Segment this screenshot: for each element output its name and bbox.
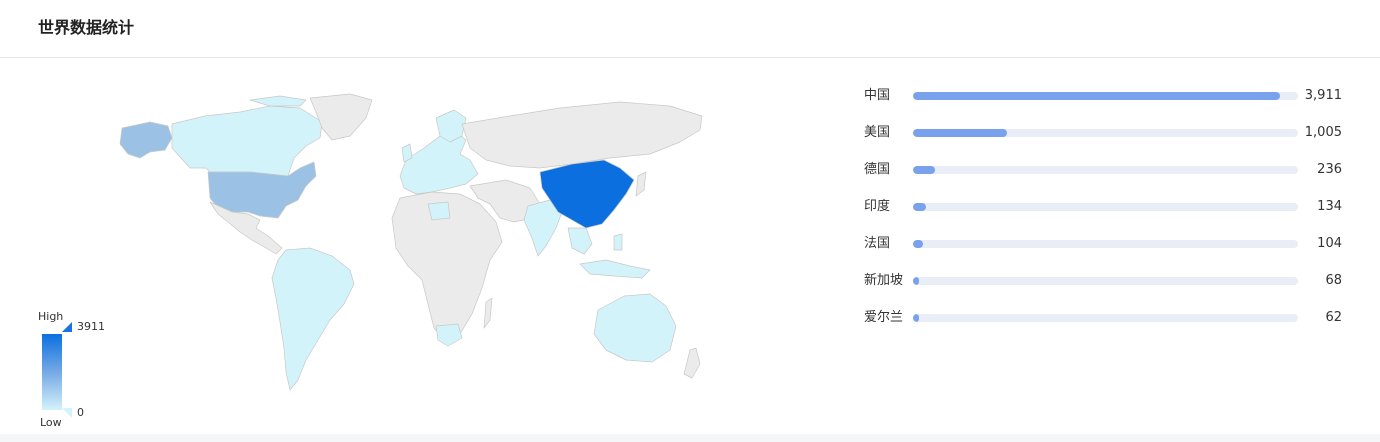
ranking-bar[interactable] [913,129,1008,137]
ranking-bar-track [913,129,1298,137]
region-new-zealand [683,347,701,379]
ranking-bar-track [913,277,1298,285]
ranking-row: 美国 1,005 [864,123,1344,160]
ranking-country-label: 印度 [864,199,891,214]
ranking-country-label: 美国 [864,125,891,140]
ranking-row: 爱尔兰 62 [864,308,1344,345]
ranking-bar[interactable] [913,240,923,248]
world-map[interactable] [110,88,710,408]
ranking-bar[interactable] [913,92,1281,100]
ranking-value: 236 [1317,162,1342,177]
ranking-value: 62 [1325,310,1342,325]
ranking-country-label: 中国 [864,88,891,103]
ranking-value: 134 [1317,199,1342,214]
visual-map-min-value: 0 [77,406,84,419]
world-map-svg[interactable] [110,88,710,408]
region-arctic-islands [249,95,307,107]
ranking-bar-track [913,314,1298,322]
ranking-row: 法国 104 [864,234,1344,271]
region-se-asia [567,227,593,255]
region-japan [635,171,647,197]
visual-map-high-label: High [38,310,64,323]
ranking-row: 德国 236 [864,160,1344,197]
panel-header: 世界数据统计 [0,0,1380,58]
region-south-africa [435,323,463,347]
footer-strip [0,434,1380,442]
region-alaska [119,121,173,159]
ranking-bar-track [913,92,1298,100]
ranking-country-label: 德国 [864,162,891,177]
ranking-bar[interactable] [913,277,920,285]
region-canada [171,105,323,177]
visual-map-min-handle[interactable] [62,408,72,418]
region-south-america [271,247,355,391]
ranking-country-label: 法国 [864,236,891,251]
ranking-country-label: 爱尔兰 [864,310,904,325]
ranking-bar-track [913,166,1298,174]
visual-map-gradient-bar[interactable] [42,334,62,410]
ranking-value: 104 [1317,236,1342,251]
ranking-row: 印度 134 [864,197,1344,234]
ranking-bar[interactable] [913,314,919,322]
country-ranking-list: 中国 3,911 美国 1,005 德国 236 印度 134 法国 104 新加坡 68 爱尔兰 62 [864,86,1344,345]
region-libya [427,201,451,221]
ranking-bar-track [913,240,1298,248]
visual-map-legend[interactable]: High 3911 0 Low [36,308,116,432]
region-indonesia [579,259,651,279]
visual-map-max-value: 3911 [77,320,105,333]
ranking-country-label: 新加坡 [864,273,904,288]
ranking-value: 1,005 [1304,125,1342,140]
ranking-row: 新加坡 68 [864,271,1344,308]
region-europe [399,131,479,195]
ranking-bar[interactable] [913,166,936,174]
region-philippines [613,233,623,251]
ranking-value: 3,911 [1304,88,1342,103]
ranking-bar-track [913,203,1298,211]
ranking-value: 68 [1325,273,1342,288]
visual-map-max-handle[interactable] [62,322,72,332]
region-madagascar [483,297,493,329]
region-russia [461,101,703,169]
panel-title: 世界数据统计 [38,18,135,37]
visual-map-low-label: Low [40,416,62,429]
ranking-row: 中国 3,911 [864,86,1344,123]
region-australia [593,293,677,363]
ranking-bar[interactable] [913,203,926,211]
